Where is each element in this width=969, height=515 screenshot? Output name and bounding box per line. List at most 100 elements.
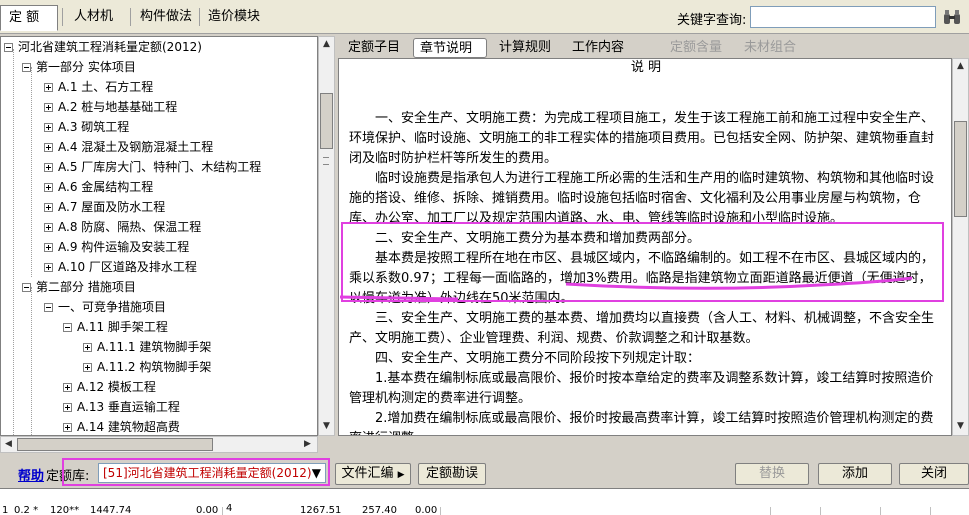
notes-paragraph: 基本费是按照工程所在地在市区、县城区域内，不临路编制的。如工程不在市区、县城区域… <box>349 251 935 306</box>
tree-node-a11-1[interactable]: A.11.1 建筑物脚手架 <box>83 337 211 357</box>
expand-icon[interactable] <box>44 263 53 272</box>
tab-quota-content[interactable]: 定额含量 <box>664 38 728 58</box>
tree-node-a3[interactable]: A.3 砌筑工程 <box>44 117 129 137</box>
expand-icon[interactable] <box>83 343 92 352</box>
expand-icon[interactable] <box>44 223 53 232</box>
tree-node-a10[interactable]: A.10 厂区道路及排水工程 <box>44 257 197 277</box>
tree-node-a12[interactable]: A.12 模板工程 <box>63 377 156 397</box>
scrollbar-thumb[interactable] <box>17 438 213 451</box>
tree-node-label: 河北省建筑工程消耗量定额(2012) <box>18 40 202 54</box>
notes-vertical-scrollbar[interactable]: ▲ ▼ <box>952 58 969 436</box>
expand-icon[interactable] <box>44 143 53 152</box>
replace-button[interactable]: 替换 <box>735 463 809 485</box>
tree-node-label: A.4 混凝土及钢筋混凝土工程 <box>58 140 214 154</box>
tab-chapter-notes[interactable]: 章节说明 <box>413 38 487 58</box>
file-collection-button[interactable]: 文件汇编 ▶ <box>335 463 411 485</box>
tree-guide-line <box>31 67 32 277</box>
expand-icon[interactable] <box>63 423 72 432</box>
binoculars-icon[interactable] <box>943 8 961 26</box>
tree-node-a8[interactable]: A.8 防腐、隔热、保温工程 <box>44 217 201 237</box>
tree-node-label: A.11 脚手架工程 <box>77 320 168 334</box>
expand-icon[interactable] <box>44 243 53 252</box>
tree-node-competitive[interactable]: 一、可竞争措施项目 <box>44 297 166 317</box>
collapse-icon[interactable] <box>63 323 72 332</box>
tree-node-label: A.6 金属结构工程 <box>58 180 154 194</box>
expand-icon[interactable] <box>63 383 72 392</box>
grid-divider <box>770 507 771 515</box>
add-button[interactable]: 添加 <box>818 463 892 485</box>
top-tab-bar: 定 额 人材机 构件做法 造价模块 关键字查询: <box>0 0 969 34</box>
tab-work-content[interactable]: 工作内容 <box>566 38 630 58</box>
tab-material-combo[interactable]: 未材组合 <box>738 38 802 58</box>
tab-cost-module[interactable]: 造价模块 <box>200 6 268 28</box>
tree-node-a1[interactable]: A.1 土、石方工程 <box>44 77 153 97</box>
grid-cell: 0.00 <box>415 505 438 515</box>
tab-component-method[interactable]: 构件做法 <box>132 6 200 28</box>
tab-quota-items[interactable]: 定额子目 <box>342 38 406 58</box>
tab-quota[interactable]: 定 额 <box>0 5 58 31</box>
tree-node-a7[interactable]: A.7 屋面及防水工程 <box>44 197 165 217</box>
scroll-left-icon[interactable]: ◀ <box>5 439 12 449</box>
tab-calc-rules[interactable]: 计算规则 <box>493 38 557 58</box>
tree-node-label: 一、可竞争措施项目 <box>58 300 167 314</box>
tree-node-root[interactable]: 河北省建筑工程消耗量定额(2012) <box>4 37 202 57</box>
tree-node-a13[interactable]: A.13 垂直运输工程 <box>63 397 180 417</box>
tree-node-a11[interactable]: A.11 脚手架工程 <box>63 317 168 337</box>
expand-icon[interactable] <box>44 123 53 132</box>
notes-paragraph: 三、安全生产、文明施工费的基本费、增加费均以直接费（含人工、材料、机械调整，不含… <box>349 311 935 346</box>
chevron-down-icon[interactable]: ▼ <box>312 464 321 482</box>
scrollbar-thumb[interactable] <box>954 121 967 217</box>
notes-paragraph: 1.基本费在编制标底或最高限价、报价时按本章给定的费率及调整系数计算，竣工结算时… <box>349 371 934 406</box>
database-label: 定额库: <box>46 469 90 484</box>
tree-node-a2[interactable]: A.2 桩与地基基础工程 <box>44 97 177 117</box>
quota-errata-button[interactable]: 定额勘误 <box>418 463 486 485</box>
tree-node-a6[interactable]: A.6 金属结构工程 <box>44 177 153 197</box>
tree-node-label: A.5 厂库房大门、特种门、木结构工程 <box>58 160 262 174</box>
tree-node-a14[interactable]: A.14 建筑物超高费 <box>63 417 180 435</box>
scroll-down-icon[interactable]: ▼ <box>957 421 964 431</box>
expand-icon[interactable] <box>63 403 72 412</box>
grid-cell: 120** <box>50 505 80 515</box>
tree-node-a9[interactable]: A.9 构件运输及安装工程 <box>44 237 189 257</box>
tree-node-a11-2[interactable]: A.11.2 构筑物脚手架 <box>83 357 211 377</box>
tree-node-a4[interactable]: A.4 混凝土及钢筋混凝土工程 <box>44 137 213 157</box>
scrollbar-thumb[interactable] <box>320 93 333 149</box>
tree-node-label: A.8 防腐、隔热、保温工程 <box>58 220 202 234</box>
bottom-toolbar: 帮助 定额库: [51]河北省建筑工程消耗量定额(2012) ▼ 文件汇编 ▶ … <box>0 458 969 488</box>
scroll-up-icon[interactable]: ▲ <box>323 39 330 49</box>
quota-tree: 河北省建筑工程消耗量定额(2012) 第一部分 实体项目 A.1 土、石方工程 … <box>0 36 318 436</box>
expand-icon[interactable] <box>44 163 53 172</box>
tree-node-label: A.9 构件运输及安装工程 <box>58 240 190 254</box>
tree-vertical-scrollbar[interactable]: ▲ ▼ <box>318 36 335 436</box>
scroll-up-icon[interactable]: ▲ <box>957 61 964 71</box>
scroll-right-icon[interactable]: ▶ <box>304 439 311 449</box>
collapse-icon[interactable] <box>4 43 13 52</box>
tree-node-label: A.7 屋面及防水工程 <box>58 200 166 214</box>
collapse-icon[interactable] <box>22 63 31 72</box>
collapse-icon[interactable] <box>44 303 53 312</box>
tree-guide-line <box>31 287 32 435</box>
collapse-icon[interactable] <box>22 283 31 292</box>
grid-cell: 0.00 <box>196 505 219 515</box>
help-link[interactable]: 帮助 <box>18 465 44 484</box>
tree-node-part1[interactable]: 第一部分 实体项目 <box>22 57 136 77</box>
scrollbar-grip <box>323 157 329 165</box>
grid-cell: 257.40 <box>362 505 397 515</box>
database-select-value: [51]河北省建筑工程消耗量定额(2012) <box>103 466 312 480</box>
database-select[interactable]: [51]河北省建筑工程消耗量定额(2012) ▼ <box>98 463 326 483</box>
tree-node-a5[interactable]: A.5 厂库房大门、特种门、木结构工程 <box>44 157 261 177</box>
tab-labor-material-machine[interactable]: 人材机 <box>66 6 121 28</box>
scroll-down-icon[interactable]: ▼ <box>323 421 330 431</box>
tree-horizontal-scrollbar[interactable]: ◀ ▶ <box>0 436 318 453</box>
keyword-search-input[interactable] <box>750 6 936 28</box>
tree-node-part2[interactable]: 第二部分 措施项目 <box>22 277 136 297</box>
expand-icon[interactable] <box>44 103 53 112</box>
expand-icon[interactable] <box>44 183 53 192</box>
tree-node-label: A.10 厂区道路及排水工程 <box>58 260 197 274</box>
expand-icon[interactable] <box>44 203 53 212</box>
triangle-right-icon: ▶ <box>397 470 405 480</box>
expand-icon[interactable] <box>44 83 53 92</box>
expand-icon[interactable] <box>83 363 92 372</box>
close-button[interactable]: 关闭 <box>899 463 969 485</box>
button-label: 文件汇编 <box>341 466 394 481</box>
